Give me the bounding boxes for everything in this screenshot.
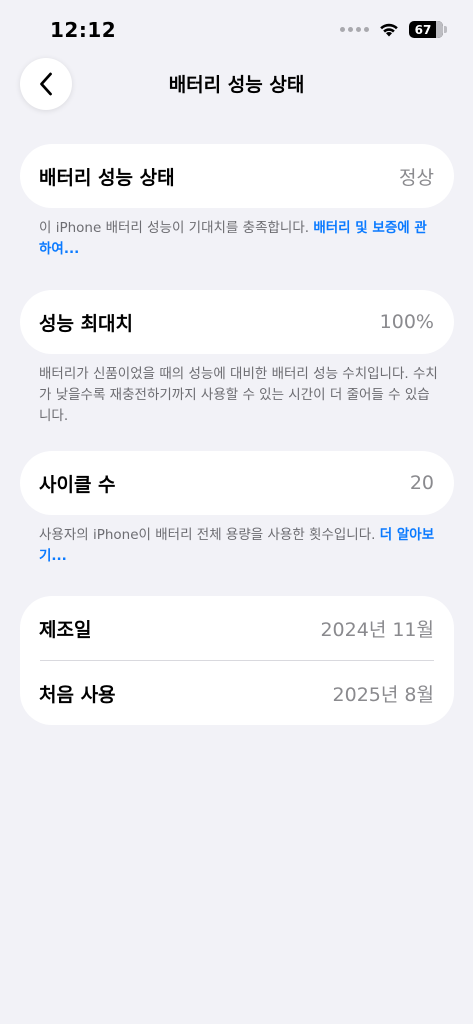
page-title: 배터리 성능 상태	[168, 74, 305, 96]
first-use-value: 2025년 8월	[332, 683, 434, 706]
status-time: 12:12	[50, 18, 117, 42]
cycle-count-card: 사이클 수 20	[20, 451, 454, 515]
battery-health-value: 정상	[399, 166, 434, 189]
battery-health-row: 배터리 성능 상태 정상	[20, 144, 454, 208]
battery-percent: 67	[414, 22, 432, 37]
manufacture-date-label: 제조일	[39, 618, 92, 641]
battery-health-label: 배터리 성능 상태	[39, 166, 175, 189]
cycle-count-note-text: 사용자의 iPhone이 배터리 전체 용량을 사용한 횟수입니다.	[39, 527, 380, 543]
maximum-capacity-value: 100%	[379, 311, 434, 333]
wifi-icon	[380, 23, 398, 37]
manufacture-date-value: 2024년 11월	[320, 618, 434, 641]
manufacture-date-row: 제조일 2024년 11월	[20, 596, 454, 660]
dates-card: 제조일 2024년 11월 처음 사용 2025년 8월	[20, 596, 454, 725]
cycle-count-row: 사이클 수 20	[20, 451, 454, 515]
maximum-capacity-row: 성능 최대치 100%	[20, 290, 454, 354]
navigation-bar: 배터리 성능 상태	[0, 56, 473, 112]
first-use-label: 처음 사용	[39, 683, 116, 706]
battery-health-note-text: 이 iPhone 배터리 성능이 기대치를 충족합니다.	[39, 220, 314, 236]
battery-health-card: 배터리 성능 상태 정상	[20, 144, 454, 208]
maximum-capacity-label: 성능 최대치	[39, 312, 134, 335]
battery-icon: 67	[409, 21, 447, 38]
cycle-count-label: 사이클 수	[39, 473, 116, 496]
status-indicators: 67	[340, 21, 447, 38]
cycle-count-note: 사용자의 iPhone이 배터리 전체 용량을 사용한 횟수입니다. 더 알아보…	[39, 525, 439, 567]
cycle-count-value: 20	[409, 472, 434, 494]
battery-health-note: 이 iPhone 배터리 성능이 기대치를 충족합니다. 배터리 및 보증에 관…	[39, 218, 439, 260]
maximum-capacity-card: 성능 최대치 100%	[20, 290, 454, 354]
status-bar: 12:12 67	[0, 0, 473, 56]
maximum-capacity-note: 배터리가 신품이었을 때의 성능에 대비한 배터리 성능 수치입니다. 수치가 …	[39, 366, 438, 424]
cellular-signal-icon	[340, 27, 369, 32]
first-use-row: 처음 사용 2025년 8월	[20, 661, 454, 725]
